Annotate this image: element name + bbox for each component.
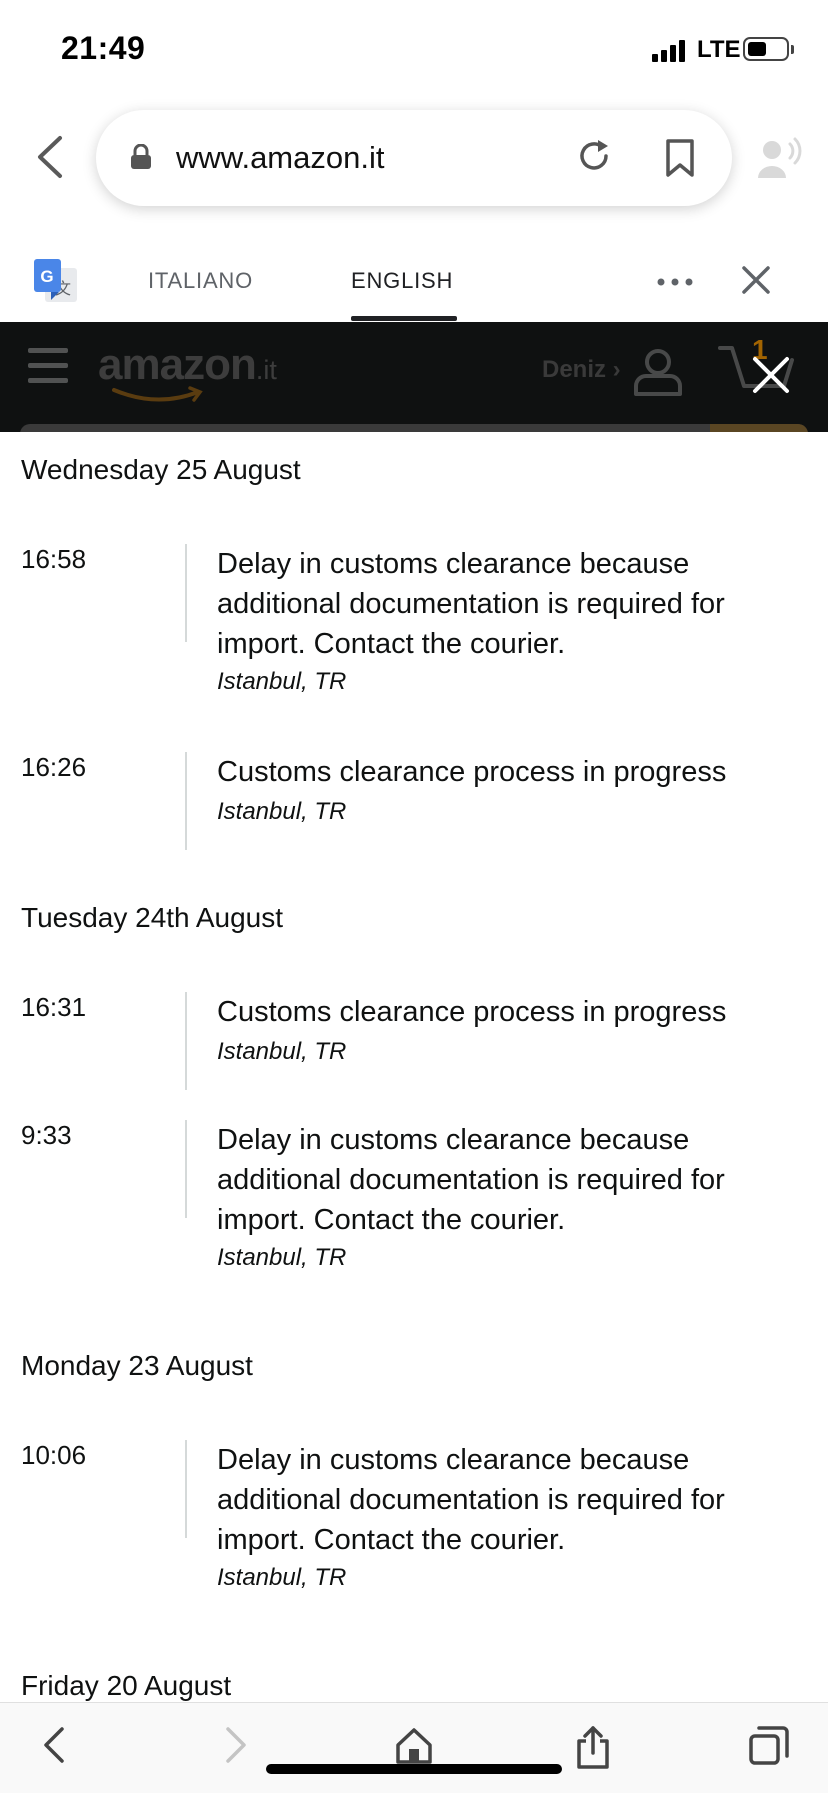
tab-english[interactable]: ENGLISH — [351, 268, 453, 294]
logo-text: amazon — [98, 340, 257, 389]
timeline-line — [185, 544, 187, 642]
google-translate-icon: 文 G — [34, 259, 77, 302]
home-icon[interactable] — [394, 1725, 434, 1765]
day-heading: Tuesday 24th August — [21, 902, 284, 933]
event-time: 10:06 — [21, 1440, 87, 1470]
reload-icon[interactable] — [574, 136, 614, 176]
browser-url-row: www.amazon.it — [0, 100, 828, 220]
day-heading: Friday 20 August — [21, 1670, 232, 1701]
timeline-line — [185, 752, 187, 850]
chevron-left-icon[interactable] — [32, 134, 72, 180]
event-description: Customs clearance process in progress — [217, 996, 727, 1028]
network-label: LTE — [697, 36, 741, 63]
amazon-logo[interactable]: amazon.it — [98, 340, 277, 390]
event-location: Istanbul, TR — [217, 1564, 347, 1591]
home-indicator — [266, 1764, 562, 1774]
event-time: 9:33 — [21, 1120, 72, 1150]
event-description: Delay in customs clearance because addit… — [217, 548, 725, 660]
translate-bar: 文 G ITALIANO ENGLISH — [0, 240, 828, 323]
search-button[interactable] — [710, 424, 808, 432]
close-icon[interactable] — [752, 356, 790, 394]
day-heading: Monday 23 August — [21, 1350, 253, 1381]
event-description: Customs clearance process in progress — [217, 756, 727, 788]
tabs-icon[interactable] — [748, 1725, 790, 1767]
event-description: Delay in customs clearance because addit… — [217, 1124, 725, 1236]
battery-cap — [791, 45, 794, 54]
address-bar[interactable]: www.amazon.it — [96, 110, 732, 206]
active-tab-indicator — [351, 316, 457, 321]
lock-icon — [131, 144, 151, 169]
svg-text:G: G — [40, 267, 53, 286]
signal-icon — [652, 38, 692, 62]
battery-icon — [743, 37, 789, 61]
account-icon[interactable] — [632, 346, 684, 398]
event-location: Istanbul, TR — [217, 1038, 347, 1065]
status-time: 21:49 — [61, 30, 146, 66]
more-icon[interactable] — [657, 278, 693, 286]
timeline-line — [185, 992, 187, 1090]
event-time: 16:31 — [21, 992, 87, 1022]
event-time: 16:26 — [21, 752, 87, 782]
tracking-timeline: Wednesday 25 August 16:58 Delay in custo… — [0, 432, 828, 1702]
timeline-line — [185, 1440, 187, 1538]
bookmark-icon[interactable] — [662, 138, 698, 178]
url-text[interactable]: www.amazon.it — [176, 140, 384, 176]
event-location: Istanbul, TR — [217, 798, 347, 825]
browser-toolbar — [0, 1702, 828, 1793]
account-name[interactable]: Deniz › — [542, 356, 621, 384]
tab-italiano[interactable]: ITALIANO — [148, 268, 253, 294]
event-location: Istanbul, TR — [217, 1244, 347, 1271]
status-bar: 21:49 LTE — [0, 0, 828, 96]
forward-icon[interactable] — [220, 1725, 250, 1765]
search-bar[interactable] — [20, 424, 808, 432]
share-icon[interactable] — [574, 1725, 612, 1769]
menu-icon[interactable] — [28, 346, 68, 386]
day-heading: Wednesday 25 August — [21, 454, 301, 485]
timeline-line — [185, 1120, 187, 1218]
event-time: 16:58 — [21, 544, 87, 574]
amazon-header: amazon.it Deniz › 1 — [0, 322, 828, 432]
event-location: Istanbul, TR — [217, 668, 347, 695]
logo-tld: .it — [255, 355, 277, 385]
event-description: Delay in customs clearance because addit… — [217, 1444, 725, 1556]
close-icon[interactable] — [740, 264, 772, 296]
back-icon[interactable] — [40, 1725, 70, 1765]
speaker-icon[interactable] — [756, 136, 802, 180]
amazon-smile-icon — [112, 386, 203, 402]
